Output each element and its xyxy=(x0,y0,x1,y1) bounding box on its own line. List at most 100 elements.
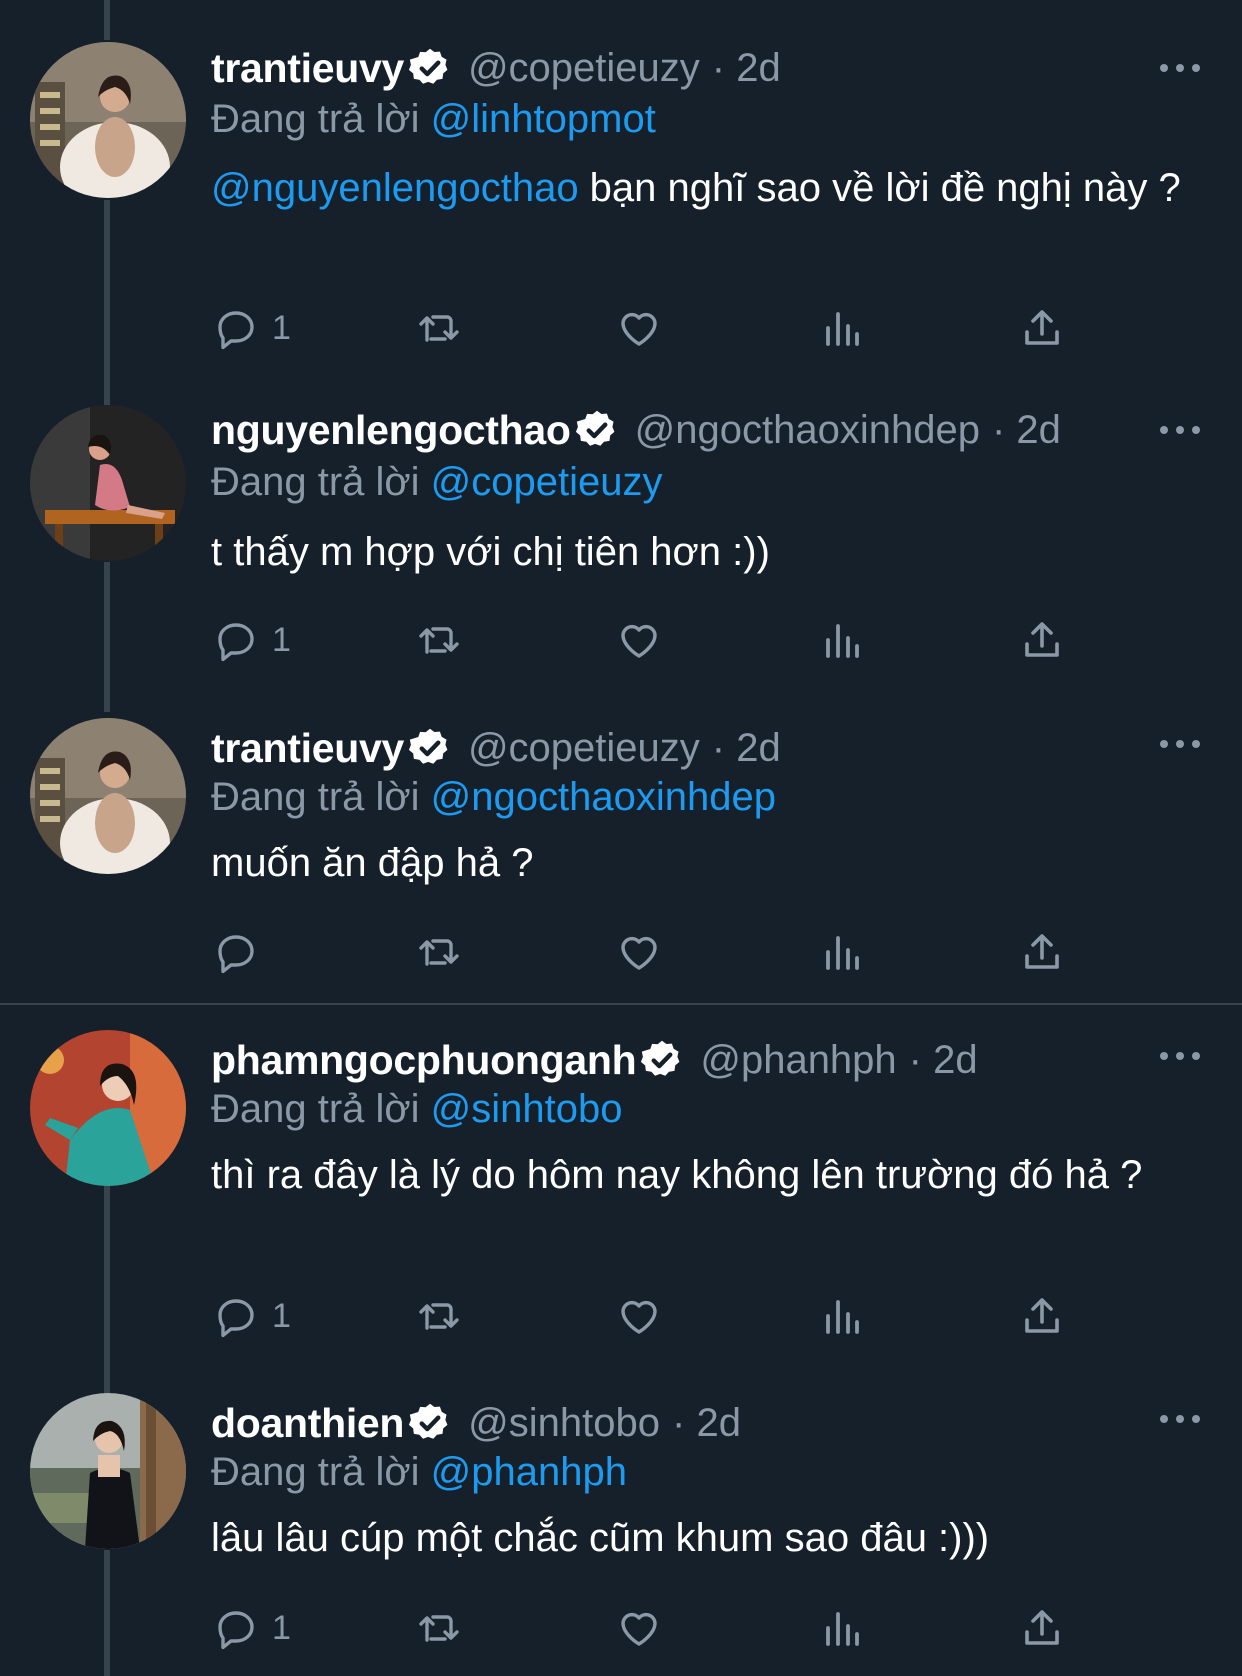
tweet-text-content: t thấy m hợp với chị tiên hơn :)) xyxy=(211,530,770,574)
retweet-button[interactable] xyxy=(415,1598,463,1658)
like-button[interactable] xyxy=(615,1598,663,1658)
replying-label: Đang trả lời xyxy=(211,97,420,141)
replying-to: Đang trả lời @copetieuzy xyxy=(211,460,663,505)
share-button[interactable] xyxy=(1018,1598,1066,1658)
verified-badge-icon xyxy=(408,46,452,90)
timestamp[interactable]: · 2d xyxy=(672,1401,741,1446)
analytics-icon xyxy=(826,936,859,970)
handle[interactable]: @phanhph xyxy=(700,1038,896,1083)
views-button[interactable] xyxy=(818,1286,866,1346)
share-button[interactable] xyxy=(1018,922,1066,982)
retweet-button[interactable] xyxy=(415,298,463,358)
thread-divider xyxy=(0,1003,1242,1005)
tweet-header: doanthien @sinhtobo · 2d xyxy=(211,1395,741,1451)
heart-icon xyxy=(621,624,657,658)
more-options-icon[interactable] xyxy=(1160,734,1200,754)
tweet-text: lâu lâu cúp một chắc cũm khum sao đâu :)… xyxy=(211,1513,1211,1563)
reply-button[interactable] xyxy=(212,922,272,982)
retweet-icon xyxy=(419,315,459,342)
action-bar: 1 xyxy=(0,610,1242,670)
views-button[interactable] xyxy=(818,1598,866,1658)
avatar[interactable] xyxy=(30,42,186,198)
replying-to: Đang trả lời @sinhtobo xyxy=(211,1087,623,1132)
mention-link[interactable]: @nguyenlengocthao xyxy=(211,166,579,210)
heart-icon xyxy=(621,312,657,346)
reply-mention-link[interactable]: @copetieuzy xyxy=(431,460,663,504)
woman-black-dress-avatar-icon xyxy=(30,1393,186,1549)
reply-mention-link[interactable]: @phanhph xyxy=(431,1450,627,1494)
analytics-icon xyxy=(826,1300,859,1334)
reply-button[interactable]: 1 xyxy=(212,298,291,358)
handle[interactable]: @sinhtobo xyxy=(468,1401,660,1446)
retweet-icon xyxy=(419,1303,459,1330)
share-icon xyxy=(1025,934,1059,969)
woman-white-fur-avatar-icon xyxy=(30,718,186,874)
views-button[interactable] xyxy=(818,610,866,670)
tweet-header: trantieuvy @copetieuzy · 2d xyxy=(211,40,781,96)
retweet-icon xyxy=(419,1615,459,1642)
share-button[interactable] xyxy=(1018,298,1066,358)
replying-label: Đang trả lời xyxy=(211,775,420,819)
analytics-icon xyxy=(826,312,859,346)
avatar[interactable] xyxy=(30,1030,186,1186)
handle[interactable]: @ngocthaoxinhdep xyxy=(635,408,980,453)
share-icon xyxy=(1025,622,1059,657)
more-options-icon[interactable] xyxy=(1160,1409,1200,1429)
reply-count: 1 xyxy=(272,308,291,347)
reply-button[interactable]: 1 xyxy=(212,1286,291,1346)
views-button[interactable] xyxy=(818,298,866,358)
avatar[interactable] xyxy=(30,1393,186,1549)
share-button[interactable] xyxy=(1018,610,1066,670)
display-name[interactable]: nguyenlengocthao xyxy=(211,407,571,454)
replying-label: Đang trả lời xyxy=(211,460,420,504)
analytics-icon xyxy=(826,624,859,658)
more-options-icon[interactable] xyxy=(1160,420,1200,440)
action-bar: 1 xyxy=(0,1598,1242,1658)
timestamp[interactable]: · 2d xyxy=(712,726,781,771)
reply-icon xyxy=(218,1611,254,1650)
share-icon xyxy=(1025,1610,1059,1645)
timestamp[interactable]: · 2d xyxy=(712,46,781,91)
heart-icon xyxy=(621,1612,657,1646)
display-name[interactable]: doanthien xyxy=(211,1400,404,1447)
timestamp[interactable]: · 2d xyxy=(992,408,1061,453)
display-name[interactable]: trantieuvy xyxy=(211,45,404,92)
like-button[interactable] xyxy=(615,1286,663,1346)
retweet-button[interactable] xyxy=(415,610,463,670)
retweet-button[interactable] xyxy=(415,922,463,982)
verified-badge-icon xyxy=(408,1401,452,1445)
timestamp[interactable]: · 2d xyxy=(909,1038,978,1083)
display-name[interactable]: phamngocphuonganh xyxy=(211,1037,637,1084)
handle[interactable]: @copetieuzy xyxy=(468,726,700,771)
handle[interactable]: @copetieuzy xyxy=(468,46,700,91)
replying-to: Đang trả lời @linhtopmot xyxy=(211,97,656,142)
more-options-icon[interactable] xyxy=(1160,1046,1200,1066)
avatar[interactable] xyxy=(30,718,186,874)
reply-button[interactable]: 1 xyxy=(212,1598,291,1658)
retweet-button[interactable] xyxy=(415,1286,463,1346)
like-button[interactable] xyxy=(615,298,663,358)
tweet-header: phamngocphuonganh @phanhph · 2d xyxy=(211,1032,978,1088)
views-button[interactable] xyxy=(818,922,866,982)
avatar[interactable] xyxy=(30,405,186,561)
more-options-icon[interactable] xyxy=(1160,58,1200,78)
like-button[interactable] xyxy=(615,922,663,982)
reply-mention-link[interactable]: @ngocthaoxinhdep xyxy=(431,775,776,819)
share-icon xyxy=(1025,1298,1059,1333)
tweet-text: thì ra đây là lý do hôm nay không lên tr… xyxy=(211,1150,1211,1200)
reply-mention-link[interactable]: @sinhtobo xyxy=(431,1087,623,1131)
tweet-text-content: lâu lâu cúp một chắc cũm khum sao đâu :)… xyxy=(211,1516,990,1560)
display-name[interactable]: trantieuvy xyxy=(211,725,404,772)
replying-to: Đang trả lời @ngocthaoxinhdep xyxy=(211,775,776,820)
tweet[interactable]: trantieuvy @copetieuzy · 2d Đang trả lời… xyxy=(0,0,1242,380)
reply-icon xyxy=(218,623,254,662)
like-button[interactable] xyxy=(615,610,663,670)
reply-count: 1 xyxy=(272,620,291,659)
share-button[interactable] xyxy=(1018,1286,1066,1346)
verified-badge-icon xyxy=(575,408,619,452)
action-bar: 1 xyxy=(0,1286,1242,1346)
heart-icon xyxy=(621,1300,657,1334)
analytics-icon xyxy=(826,1612,859,1646)
reply-mention-link[interactable]: @linhtopmot xyxy=(431,97,656,141)
reply-button[interactable]: 1 xyxy=(212,610,291,670)
